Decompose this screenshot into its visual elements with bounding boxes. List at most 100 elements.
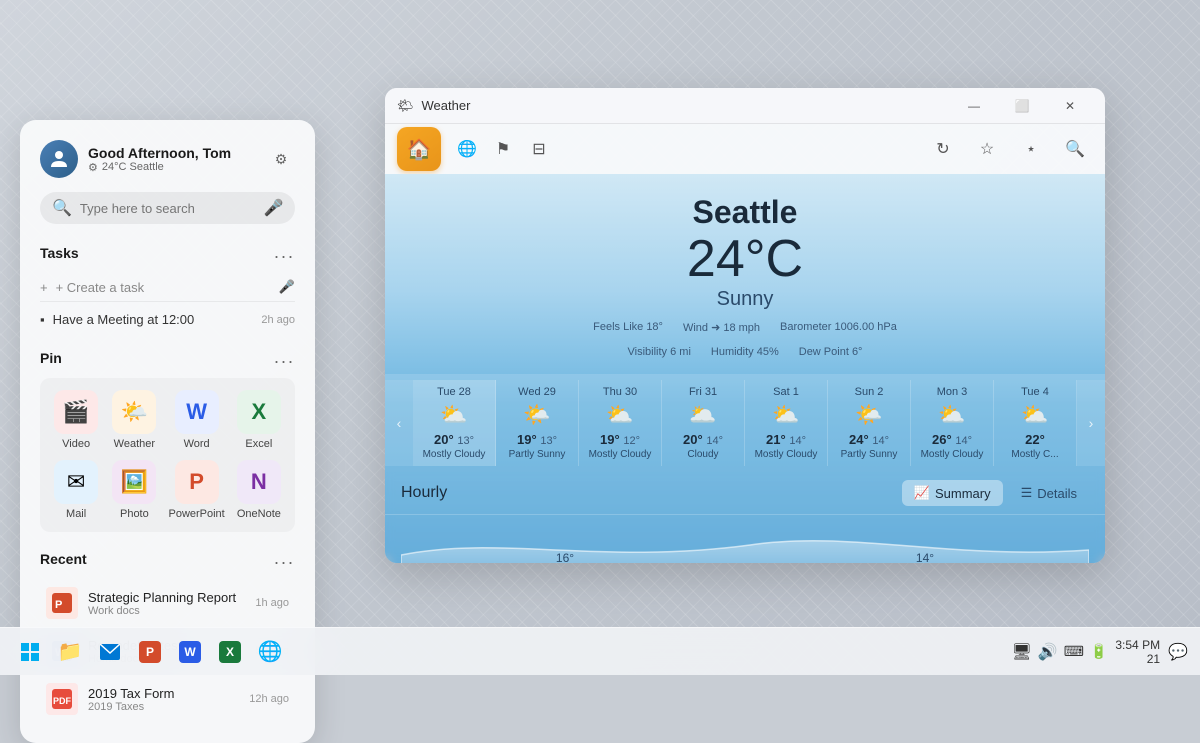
pin-item-photo[interactable]: 🖼️ Photo [110, 460, 158, 520]
titlebar-left: 🌤 Weather [397, 98, 470, 114]
home-button[interactable]: 🏠 [397, 127, 441, 171]
close-button[interactable]: ✕ [1047, 91, 1093, 121]
recent-info-2: 2019 Tax Form 2019 Taxes [88, 686, 174, 713]
pin-item-excel[interactable]: X Excel [235, 390, 283, 450]
keyboard-icon[interactable]: 🔋 [1090, 643, 1107, 660]
temperature-display: 24°C [385, 231, 1105, 288]
tasks-title: Tasks [40, 245, 79, 261]
weather-icon-small: ⚙ [88, 161, 98, 174]
flag-button[interactable]: ⚑ [485, 131, 521, 167]
refresh-button[interactable]: ↻ [925, 131, 961, 167]
forecast-hi-2: 19° [600, 432, 620, 447]
tab-details[interactable]: ☰ Details [1009, 480, 1089, 506]
recent-name-2: 2019 Tax Form [88, 686, 174, 701]
taskbar-left: 📁 P W X 🌐 [12, 634, 288, 670]
hourly-title: Hourly [401, 484, 447, 502]
word-taskbar-button[interactable]: W [172, 634, 208, 670]
weather-window: 🌤 Weather — ⬜ ✕ 🏠 🌐 ⚑ ⊟ ↻ ☆ ⋆ 🔍 [385, 88, 1105, 563]
pin-item-onenote[interactable]: N OneNote [235, 460, 283, 520]
forecast-date-3: Fri 31 [666, 386, 740, 398]
forecast-day-4[interactable]: Sat 1 ⛅ 21° 14° Mostly Cloudy [745, 380, 828, 466]
star-button[interactable]: ☆ [969, 131, 1005, 167]
forecast-desc-7: Mostly C... [998, 449, 1072, 460]
mic-icon[interactable]: 🎤 [264, 198, 284, 218]
visibility-info: Visibility 6 mi [628, 346, 691, 358]
pin-label-onenote: OneNote [237, 508, 281, 520]
start-button[interactable] [12, 634, 48, 670]
forecast-desc-4: Mostly Cloudy [749, 449, 823, 460]
task-time: 2h ago [261, 314, 295, 326]
user-info: Good Afternoon, Tom ⚙ 24°C Seattle [88, 145, 231, 174]
recent-item-2[interactable]: PDF 2019 Tax Form 2019 Taxes 12h ago [40, 675, 295, 723]
tasks-more-button[interactable]: ... [274, 242, 295, 263]
pin-section: Pin ... 🎬 Video 🌤️ Weather W Word [40, 347, 295, 532]
recent-item-left-0: P Strategic Planning Report Work docs [46, 587, 236, 619]
forecast-day-0[interactable]: Tue 28 ⛅ 20° 13° Mostly Cloudy [413, 380, 496, 466]
mail-taskbar-button[interactable] [92, 634, 128, 670]
recent-item-0[interactable]: P Strategic Planning Report Work docs 1h… [40, 579, 295, 627]
settings-button[interactable]: ⚙ [267, 145, 295, 173]
pin-item-video[interactable]: 🎬 Video [52, 390, 100, 450]
forecast-day-5[interactable]: Sun 2 🌤️ 24° 14° Partly Sunny [828, 380, 911, 466]
sliders-button[interactable]: ⊟ [521, 131, 557, 167]
mic-task-icon: 🎤 [279, 279, 295, 295]
share-button[interactable]: ⋆ [1013, 131, 1049, 167]
pin-label-video: Video [62, 438, 90, 450]
forecast-day-6[interactable]: Mon 3 ⛅ 26° 14° Mostly Cloudy [911, 380, 994, 466]
window-titlebar: 🌤 Weather — ⬜ ✕ [385, 88, 1105, 124]
svg-text:PDF: PDF [53, 696, 72, 706]
weather-content: Seattle 24°C Sunny Feels Like 18° Wind ➜… [385, 174, 1105, 563]
forecast-hi-1: 19° [517, 432, 537, 447]
powerpoint-taskbar-button[interactable]: P [132, 634, 168, 670]
forecast-date-4: Sat 1 [749, 386, 823, 398]
search-bar[interactable]: 🔍 🎤 [40, 192, 295, 224]
notification-center-icon[interactable]: 💬 [1168, 642, 1188, 662]
network-icon[interactable]: ⌨ [1064, 643, 1084, 660]
forecast-icon-6: ⛅ [915, 402, 989, 428]
word-icon: W [175, 390, 219, 434]
forecast-icon-7: ⛅ [998, 402, 1072, 428]
forecast-date-0: Tue 28 [417, 386, 491, 398]
pin-item-word[interactable]: W Word [168, 390, 224, 450]
forecast-desc-2: Mostly Cloudy [583, 449, 657, 460]
search-input[interactable] [80, 201, 256, 216]
minimize-button[interactable]: — [951, 91, 997, 121]
task-item[interactable]: ▪ Have a Meeting at 12:00 2h ago [40, 308, 295, 331]
scroll-right-button[interactable]: › [1077, 380, 1105, 466]
scroll-left-button[interactable]: ‹ [385, 380, 413, 466]
forecast-icon-4: ⛅ [749, 402, 823, 428]
hourly-temp-1: 16° [556, 551, 574, 563]
globe-button[interactable]: 🌐 [449, 131, 485, 167]
create-task-button[interactable]: + + Create a task 🎤 [40, 273, 295, 302]
notifications-icon[interactable]: 🖥 [1011, 642, 1031, 662]
recent-sub-2: 2019 Taxes [88, 701, 174, 713]
forecast-lo-1: 13° [540, 435, 557, 447]
recent-time-0: 1h ago [255, 597, 289, 609]
forecast-day-3[interactable]: Fri 31 🌥️ 20° 14° Cloudy [662, 380, 745, 466]
excel-taskbar-button[interactable]: X [212, 634, 248, 670]
pin-label-word: Word [184, 438, 210, 450]
forecast-day-7[interactable]: Tue 4 ⛅ 22° Mostly C... [994, 380, 1077, 466]
forecast-scroll: Tue 28 ⛅ 20° 13° Mostly Cloudy Wed 29 🌤️… [413, 380, 1077, 466]
file-explorer-button[interactable]: 📁 [52, 634, 88, 670]
forecast-date-2: Thu 30 [583, 386, 657, 398]
recent-header: Recent ... [40, 548, 295, 569]
forecast-day-2[interactable]: Thu 30 ⛅ 19° 12° Mostly Cloudy [579, 380, 662, 466]
toolbar-right: ↻ ☆ ⋆ 🔍 [925, 131, 1093, 167]
forecast-day-1[interactable]: Wed 29 🌤️ 19° 13° Partly Sunny [496, 380, 579, 466]
pin-more-button[interactable]: ... [274, 347, 295, 368]
maximize-button[interactable]: ⬜ [999, 91, 1045, 121]
mail-icon: ✉ [54, 460, 98, 504]
chart-icon: 📈 [914, 485, 930, 501]
pin-item-powerpoint[interactable]: P PowerPoint [168, 460, 224, 520]
time-display: 3:54 PM [1115, 638, 1160, 652]
search-weather-button[interactable]: 🔍 [1057, 131, 1093, 167]
forecast-desc-5: Partly Sunny [832, 449, 906, 460]
pin-item-mail[interactable]: ✉ Mail [52, 460, 100, 520]
tab-summary[interactable]: 📈 Summary [902, 480, 1003, 506]
pin-item-weather[interactable]: 🌤️ Weather [110, 390, 158, 450]
edge-taskbar-button[interactable]: 🌐 [252, 634, 288, 670]
recent-more-button[interactable]: ... [274, 548, 295, 569]
volume-icon[interactable]: 🔊 [1038, 642, 1058, 662]
clock[interactable]: 3:54 PM 21 [1115, 638, 1160, 666]
